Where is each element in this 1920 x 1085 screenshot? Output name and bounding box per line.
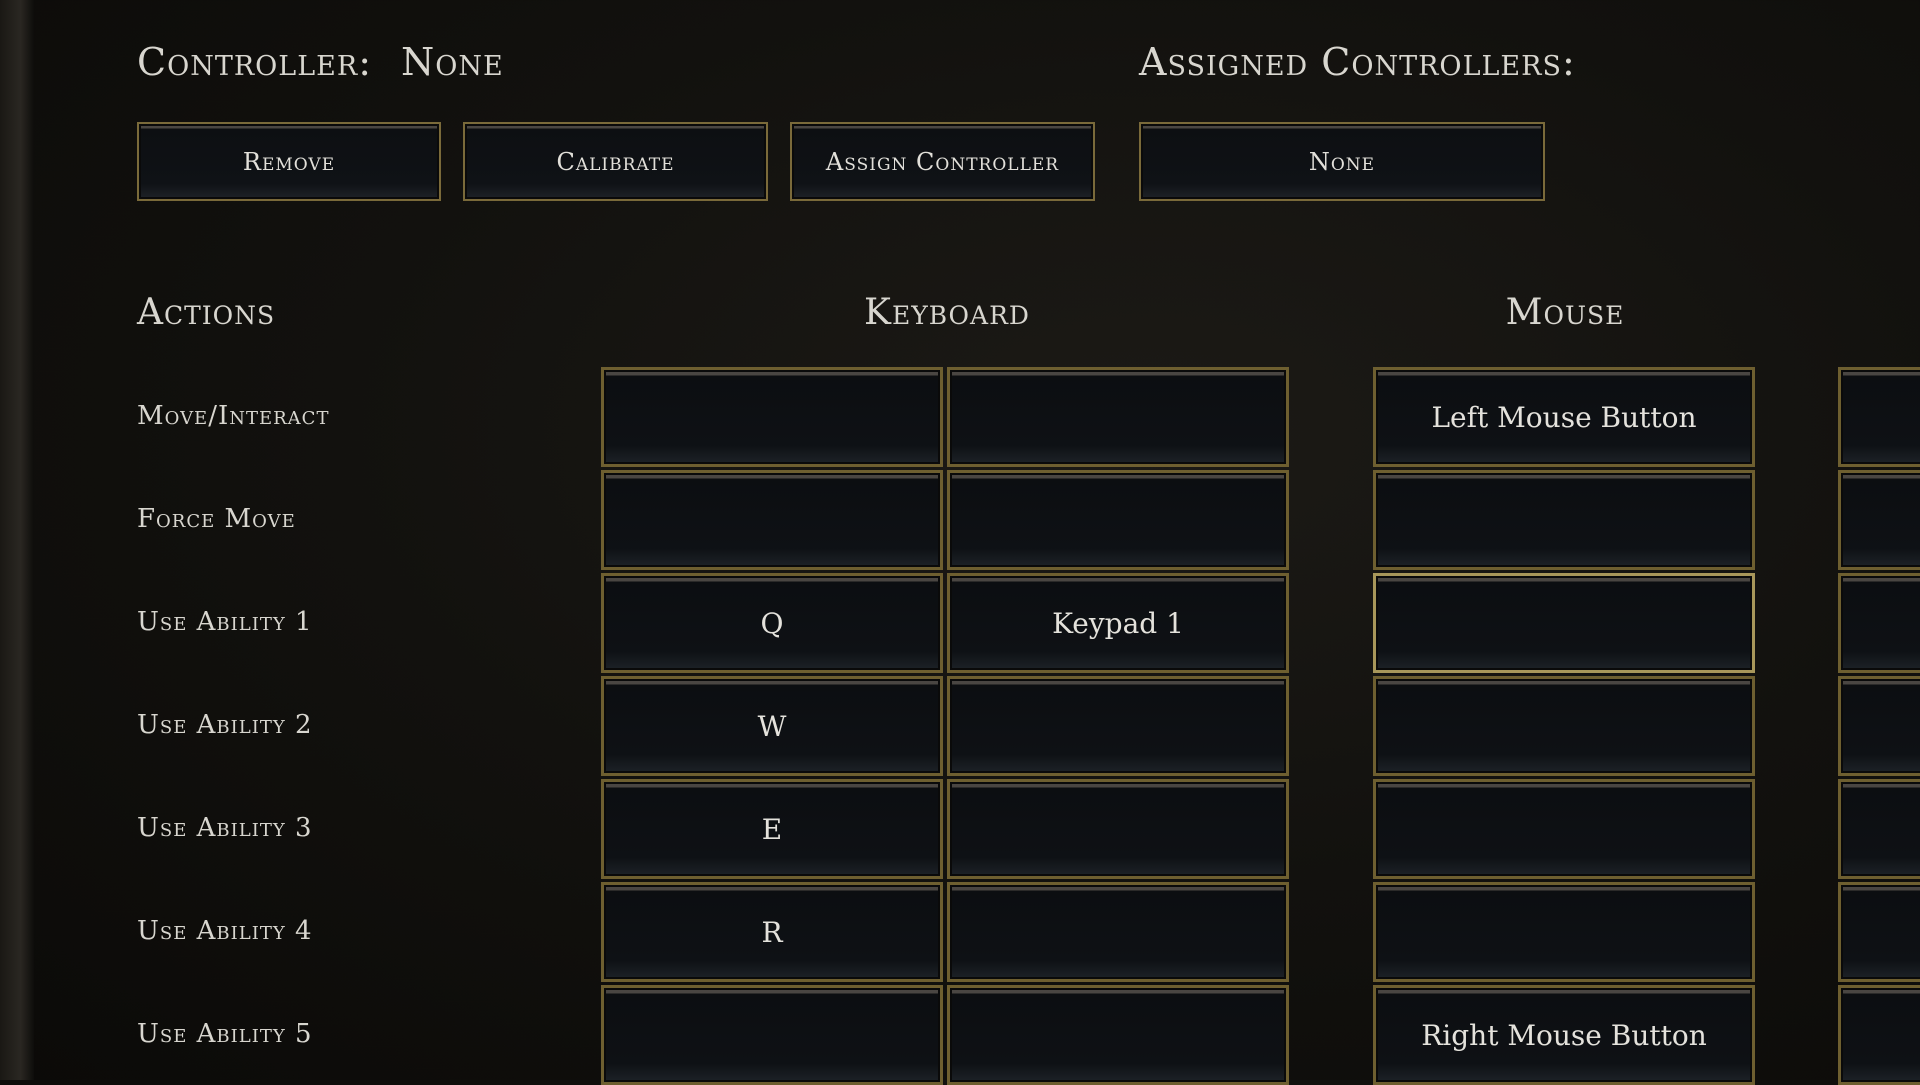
action-label: Use Ability 5	[137, 1019, 313, 1049]
action-label: Use Ability 3	[137, 813, 313, 843]
keyboard-secondary-binding[interactable]	[947, 985, 1289, 1085]
assigned-controllers-label: Assigned Controllers:	[1139, 40, 1576, 84]
controller-binding[interactable]	[1838, 676, 1920, 776]
keyboard-primary-binding[interactable]: W	[601, 676, 943, 776]
actions-header: Actions	[137, 292, 276, 333]
mouse-binding[interactable]: Left Mouse Button	[1373, 367, 1755, 467]
action-label: Use Ability 1	[137, 607, 313, 637]
keyboard-primary-binding[interactable]: E	[601, 779, 943, 879]
keyboard-secondary-binding[interactable]	[947, 676, 1289, 776]
mouse-binding[interactable]	[1373, 573, 1755, 673]
assigned-controllers-dropdown[interactable]: None	[1139, 122, 1545, 201]
keyboard-secondary-binding[interactable]	[947, 367, 1289, 467]
keyboard-primary-binding[interactable]	[601, 985, 943, 1085]
controller-binding[interactable]	[1838, 573, 1920, 673]
mouse-binding[interactable]	[1373, 676, 1755, 776]
keyboard-primary-binding[interactable]	[601, 470, 943, 570]
mouse-binding[interactable]: Right Mouse Button	[1373, 985, 1755, 1085]
controller-binding[interactable]	[1838, 470, 1920, 570]
mouse-header: Mouse	[1505, 292, 1625, 333]
controller-label: Controller:	[137, 40, 373, 84]
calibrate-button[interactable]: Calibrate	[463, 122, 768, 201]
keyboard-primary-binding[interactable]: Q	[601, 573, 943, 673]
keyboard-secondary-binding[interactable]	[947, 470, 1289, 570]
mouse-binding[interactable]	[1373, 779, 1755, 879]
controller-binding[interactable]	[1838, 367, 1920, 467]
mouse-binding[interactable]	[1373, 882, 1755, 982]
keyboard-header: Keyboard	[864, 292, 1030, 333]
keyboard-primary-binding[interactable]	[601, 367, 943, 467]
controller-binding[interactable]	[1838, 779, 1920, 879]
keyboard-secondary-binding[interactable]	[947, 882, 1289, 982]
controller-binding[interactable]	[1838, 985, 1920, 1085]
keyboard-secondary-binding[interactable]	[947, 779, 1289, 879]
action-label: Move/Interact	[137, 401, 330, 431]
left-panel-edge	[0, 0, 34, 1080]
remove-button[interactable]: Remove	[137, 122, 441, 201]
keyboard-primary-binding[interactable]: R	[601, 882, 943, 982]
action-label: Use Ability 4	[137, 916, 313, 946]
keyboard-secondary-binding[interactable]: Keypad 1	[947, 573, 1289, 673]
mouse-binding[interactable]	[1373, 470, 1755, 570]
controller-binding[interactable]	[1838, 882, 1920, 982]
action-label: Use Ability 2	[137, 710, 313, 740]
controller-value: None	[401, 40, 504, 84]
assign-controller-button[interactable]: Assign Controller	[790, 122, 1095, 201]
action-label: Force Move	[137, 504, 296, 534]
